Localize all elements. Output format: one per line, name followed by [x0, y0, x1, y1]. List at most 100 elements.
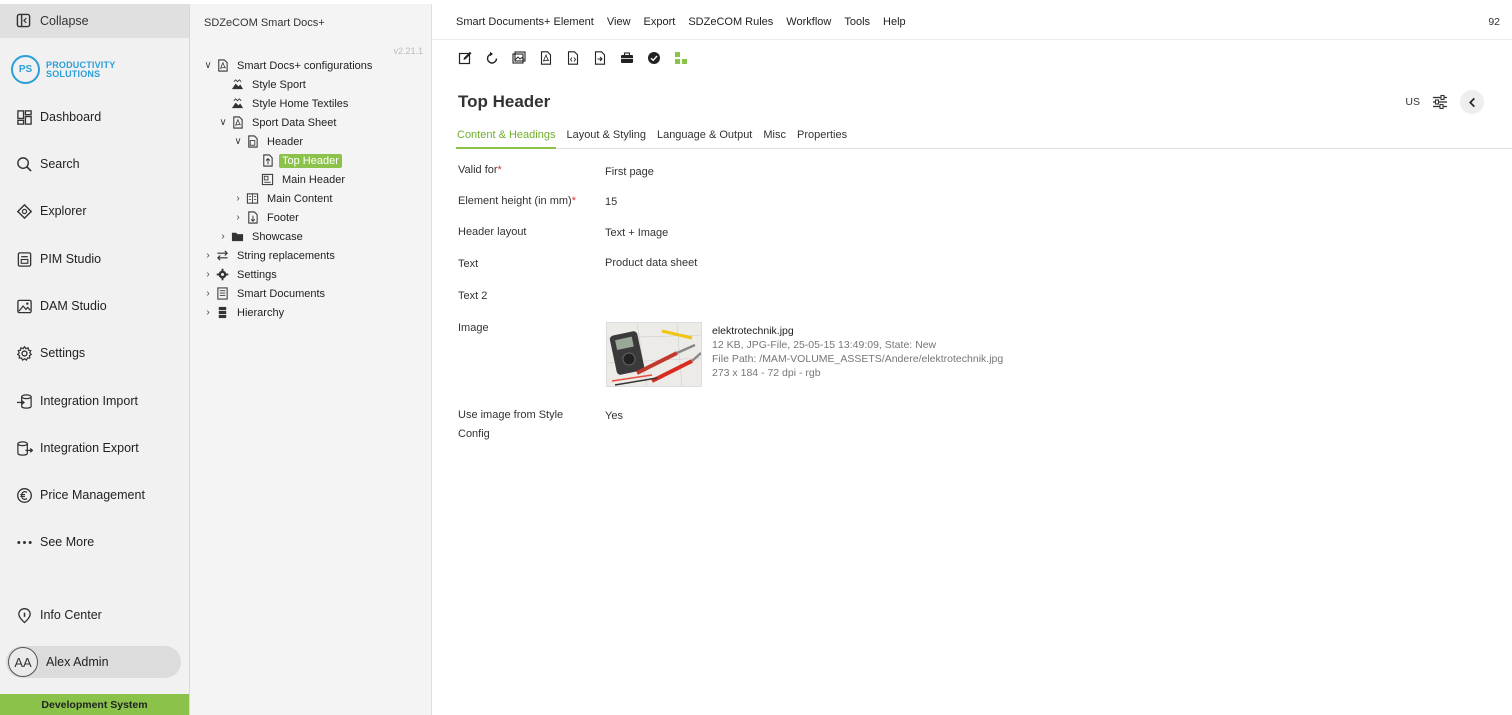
tab-bar: Content & Headings Layout & Styling Lang…	[456, 125, 1512, 149]
hierarchy-icon	[215, 306, 229, 320]
nav-search[interactable]: Search	[0, 149, 189, 179]
nav-price-management[interactable]: Price Management	[0, 480, 189, 510]
check-circle-icon[interactable]	[645, 49, 662, 66]
valid-for-label: Valid for*	[458, 164, 502, 176]
tree-node-smart-documents[interactable]: › Smart Documents	[201, 285, 328, 302]
preview-images-icon[interactable]	[510, 49, 527, 66]
image-path: File Path: /MAM-VOLUME_ASSETS/Andere/ele…	[712, 353, 1004, 365]
tree-node-showcase[interactable]: › Showcase	[216, 228, 306, 245]
image-filename[interactable]: elektrotechnik.jpg	[712, 324, 1003, 338]
header-layout-label: Header layout	[458, 226, 527, 238]
tree-node-style-home-textiles[interactable]: Style Home Textiles	[230, 95, 351, 112]
style-icon	[230, 97, 244, 111]
import-file-icon[interactable]	[591, 49, 608, 66]
chevron-right-icon[interactable]: ›	[231, 212, 245, 223]
nav-pim-studio[interactable]: PIM Studio	[0, 244, 189, 274]
element-height-label: Element height (in mm)*	[458, 195, 576, 207]
collapse-button[interactable]: Collapse	[0, 4, 189, 38]
tree-node-settings[interactable]: › Settings	[201, 266, 280, 283]
image-info: 12 KB, JPG-File, 25-05-15 13:49:09, Stat…	[712, 339, 937, 351]
menu-smart-documents-element[interactable]: Smart Documents+ Element	[456, 16, 594, 28]
image-dimensions: 273 x 184 - 72 dpi - rgb	[712, 367, 821, 379]
tree-node-hierarchy[interactable]: › Hierarchy	[201, 304, 287, 321]
tree-node-string-replacements[interactable]: › String replacements	[201, 247, 338, 264]
menu-tools[interactable]: Tools	[844, 16, 870, 28]
nav-integration-import[interactable]: Integration Import	[0, 386, 189, 416]
nav-info-center[interactable]: Info Center	[0, 600, 189, 630]
language-selector[interactable]: US	[1405, 96, 1420, 108]
content-element-icon	[245, 192, 259, 206]
document-icon	[215, 287, 229, 301]
tree-node-footer[interactable]: › Footer	[231, 209, 302, 226]
chevron-left-icon[interactable]	[1460, 90, 1484, 114]
tree-node-label: Header	[267, 135, 304, 148]
chevron-right-icon[interactable]: ›	[201, 269, 215, 280]
image-thumbnail[interactable]	[606, 322, 702, 387]
tree-node-main-content[interactable]: › Main Content	[231, 190, 335, 207]
tree-node-sport-data-sheet[interactable]: ∨ Sport Data Sheet	[216, 114, 339, 131]
more-icon	[15, 533, 33, 551]
editor-panel: Smart Documents+ Element View Export SDZ…	[432, 4, 1512, 715]
tab-content-headings[interactable]: Content & Headings	[456, 125, 557, 149]
menu-view[interactable]: View	[607, 16, 631, 28]
workflow-icon[interactable]	[672, 49, 689, 66]
nav-see-more[interactable]: See More	[0, 527, 189, 557]
logo-line-2: SOLUTIONS	[46, 68, 101, 79]
chevron-down-icon[interactable]: ∨	[231, 136, 245, 147]
nav-integration-export[interactable]: Integration Export	[0, 433, 189, 463]
chevron-down-icon[interactable]: ∨	[201, 60, 215, 71]
element-height-value[interactable]: 15	[605, 196, 617, 208]
nav-dashboard[interactable]: Dashboard	[0, 102, 189, 132]
chevron-down-icon[interactable]: ∨	[216, 117, 230, 128]
nav-settings[interactable]: Settings	[0, 338, 189, 368]
menu-export[interactable]: Export	[644, 16, 676, 28]
tab-language-output[interactable]: Language & Output	[656, 125, 753, 149]
tree-node-label: Smart Documents	[237, 287, 326, 300]
chevron-right-icon[interactable]: ›	[201, 288, 215, 299]
tree-node-main-header[interactable]: Main Header	[260, 171, 348, 188]
tree-node-top-header[interactable]: Top Header	[260, 152, 342, 169]
tab-properties[interactable]: Properties	[796, 125, 848, 149]
tree-node-style-sport[interactable]: Style Sport	[230, 76, 309, 93]
pdf-icon[interactable]	[537, 49, 554, 66]
tree-node-label: Main Content	[267, 192, 333, 205]
text-value[interactable]: Product data sheet	[605, 257, 697, 269]
tree-node-label: Style Sport	[252, 78, 306, 91]
dashboard-icon	[15, 108, 33, 126]
tree-title: SDZeCOM Smart Docs+	[204, 17, 325, 29]
tab-misc[interactable]: Misc	[762, 125, 787, 149]
chevron-right-icon[interactable]: ›	[201, 250, 215, 261]
pdf-file-icon	[215, 59, 229, 73]
gear-icon	[215, 268, 229, 282]
briefcase-icon[interactable]	[618, 49, 635, 66]
sliders-icon[interactable]	[1432, 94, 1448, 110]
nav-explorer[interactable]: Explorer	[0, 196, 189, 226]
menu-workflow[interactable]: Workflow	[786, 16, 831, 28]
nav-label: PIM Studio	[40, 252, 102, 266]
use-image-style-value[interactable]: Yes	[605, 410, 623, 422]
image-metadata: elektrotechnik.jpg 12 KB, JPG-File, 25-0…	[712, 324, 1003, 380]
tree-node-header[interactable]: ∨ Header	[231, 133, 306, 150]
tree-node-smart-docs-configurations[interactable]: ∨ Smart Docs+ configurations	[201, 57, 375, 74]
euro-icon	[15, 486, 33, 504]
code-file-icon[interactable]	[564, 49, 581, 66]
tree-node-label: Settings	[237, 268, 277, 281]
header-layout-value[interactable]: Text + Image	[605, 227, 668, 239]
user-menu[interactable]: AA Alex Admin	[6, 646, 181, 678]
menu-help[interactable]: Help	[883, 16, 906, 28]
tree-node-label: Style Home Textiles	[252, 97, 349, 110]
chevron-right-icon[interactable]: ›	[216, 231, 230, 242]
menu-sdzecom-rules[interactable]: SDZeCOM Rules	[688, 16, 773, 28]
reload-icon[interactable]	[483, 49, 500, 66]
nav-label: DAM Studio	[40, 299, 107, 313]
nav-dam-studio[interactable]: DAM Studio	[0, 291, 189, 321]
style-icon	[230, 78, 244, 92]
logo-mark: PS	[11, 55, 40, 84]
chevron-right-icon[interactable]: ›	[201, 307, 215, 318]
chevron-right-icon[interactable]: ›	[231, 193, 245, 204]
tab-layout-styling[interactable]: Layout & Styling	[565, 125, 647, 149]
edit-icon[interactable]	[456, 49, 473, 66]
valid-for-value[interactable]: First page	[605, 166, 654, 178]
settings-icon	[15, 344, 33, 362]
header-element-icon	[260, 173, 274, 187]
